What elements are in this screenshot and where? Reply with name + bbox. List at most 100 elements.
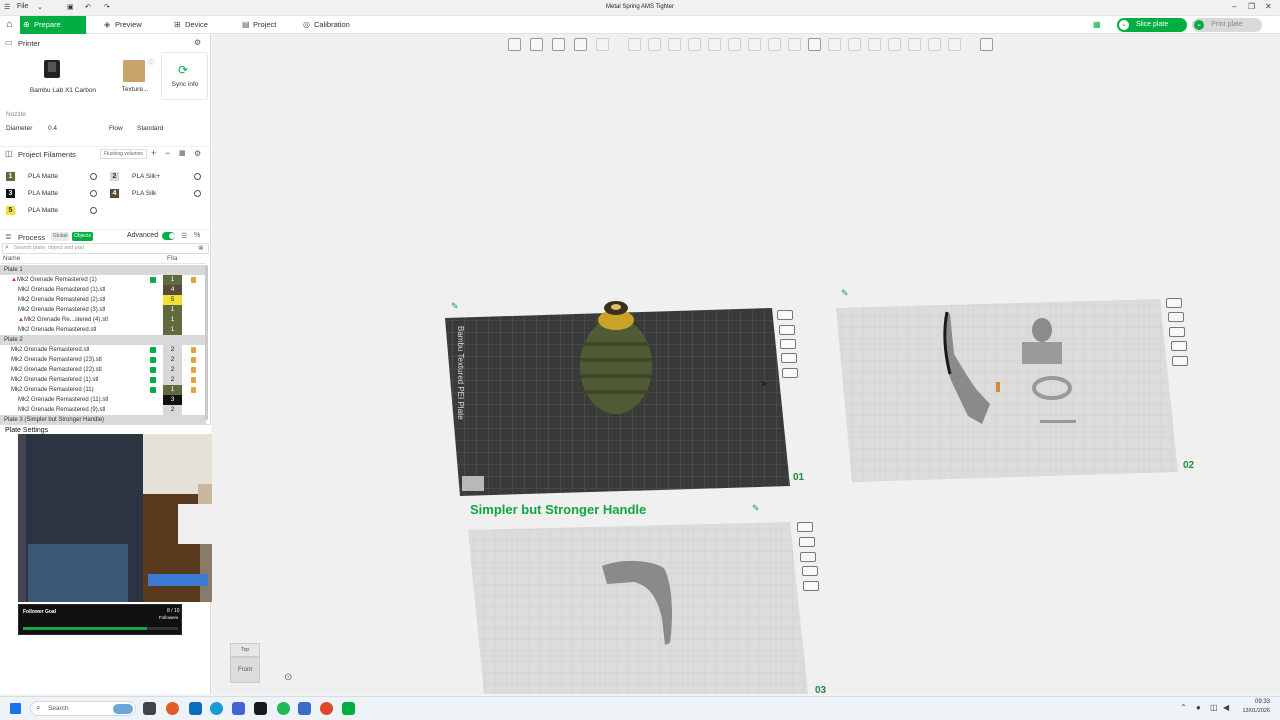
filament-selector[interactable]: 1: [163, 325, 182, 335]
cut-icon[interactable]: [708, 38, 721, 51]
advanced-switch[interactable]: [162, 232, 175, 240]
plate-settings-icon[interactable]: [782, 368, 798, 378]
lock-icon[interactable]: [191, 347, 196, 353]
lock-icon[interactable]: [191, 387, 196, 393]
print-plate-button[interactable]: ⌄ Print plate: [1192, 18, 1262, 32]
tray-chevron-icon[interactable]: ⌃: [1180, 703, 1187, 712]
visibility-checkbox[interactable]: [150, 277, 156, 283]
plate-1[interactable]: Bambu Textured PEI Plate: [440, 296, 820, 506]
close-icon[interactable]: ✕: [1265, 2, 1272, 11]
lock-plate-icon[interactable]: [1171, 341, 1187, 351]
navigation-cube[interactable]: Top Front: [228, 641, 264, 685]
tree-object-row[interactable]: Mk2 Grenade Remastered (9).stl 2: [0, 405, 206, 415]
tree-object-row[interactable]: Mk2 Grenade Remastered (2).stl 5: [0, 295, 206, 305]
close-plate-icon[interactable]: [777, 310, 793, 320]
microphone-icon[interactable]: ●: [1196, 703, 1201, 712]
tree-object-row[interactable]: Mk2 Grenade Remastered (1).stl 4: [0, 285, 206, 295]
mesh-boolean-icon[interactable]: [728, 38, 741, 51]
filament-slot-2[interactable]: 2 PLA Silk+: [110, 172, 206, 182]
close-plate-icon[interactable]: [1166, 298, 1182, 308]
tree-object-row[interactable]: Mk2 Grenade Remastered (1) ▲ 1: [0, 275, 206, 285]
arrange-plate-icon[interactable]: [1169, 327, 1185, 337]
terminal-icon[interactable]: [254, 702, 267, 715]
orient-plate-icon[interactable]: [779, 325, 795, 335]
orient-plate-icon[interactable]: [799, 537, 815, 547]
tree-plate-row[interactable]: Plate 1: [0, 265, 206, 275]
chevron-down-icon[interactable]: ⌄: [1119, 20, 1129, 30]
warning-icon[interactable]: ▲: [11, 275, 17, 285]
gear-icon[interactable]: ⚙: [194, 149, 201, 158]
tree-plate-row[interactable]: Plate 2: [0, 335, 206, 345]
auto-orient-icon[interactable]: [552, 38, 565, 51]
plate-2[interactable]: [830, 294, 1190, 489]
tab-preview[interactable]: ◈ Preview: [101, 16, 142, 34]
lay-on-face-icon[interactable]: [688, 38, 701, 51]
lock-plate-icon[interactable]: [781, 353, 797, 363]
edit-plate-3-icon[interactable]: ✎: [752, 503, 760, 514]
app-icon[interactable]: [166, 702, 179, 715]
app-icon-2[interactable]: [298, 702, 311, 715]
chevron-down-icon[interactable]: ⌄: [1194, 20, 1204, 30]
plate-settings-icon[interactable]: [1172, 356, 1188, 366]
tree-object-row[interactable]: Mk2 Grenade Remastered.stl 2: [0, 345, 206, 355]
clear-search-icon[interactable]: ⊗: [198, 244, 204, 252]
home-icon[interactable]: ⌂: [0, 16, 19, 34]
filament-selector[interactable]: 4: [163, 285, 182, 295]
plate-3[interactable]: [462, 518, 822, 696]
scale-icon[interactable]: [668, 38, 681, 51]
edit-icon[interactable]: [948, 38, 961, 51]
tree-object-row[interactable]: Mk2 Grenade Remastered (11) 1: [0, 385, 206, 395]
tree-object-row[interactable]: Mk2 Grenade Remastered (3).stl 1: [0, 305, 206, 315]
slice-settings-icon[interactable]: ▦: [1093, 20, 1101, 29]
tree-scrollbar[interactable]: [205, 265, 208, 420]
clock-date[interactable]: 13/01/2026: [1230, 708, 1270, 714]
lock-icon[interactable]: [191, 357, 196, 363]
tree-object-row[interactable]: Mk2 Grenade Remastered (11).stl 3: [0, 395, 206, 405]
gear-icon[interactable]: ⚙: [194, 38, 201, 47]
lock-plate-icon[interactable]: [802, 566, 818, 576]
search-input[interactable]: ⌕ Search plate, object and part ⊗: [2, 243, 209, 254]
add-plate-icon[interactable]: [530, 38, 543, 51]
tab-calibration[interactable]: ◎ Calibration: [300, 16, 350, 34]
text-icon[interactable]: [808, 38, 821, 51]
arrange-icon[interactable]: [574, 38, 587, 51]
tree-object-row[interactable]: Mk2 Grenade Remastered (1).stl 2: [0, 375, 206, 385]
objects-toggle[interactable]: Objects: [72, 232, 93, 241]
edge-icon[interactable]: [210, 702, 223, 715]
chrome-icon[interactable]: [320, 702, 333, 715]
edit-plate-1-icon[interactable]: ✎: [451, 301, 459, 312]
filament-slot-4[interactable]: 4 PLA Silk: [110, 189, 206, 199]
filament-slot-5[interactable]: 5 PLA Matte: [6, 206, 102, 216]
volume-icon[interactable]: ◀: [1223, 703, 1229, 712]
color-paint-icon[interactable]: [788, 38, 801, 51]
spotify-icon[interactable]: [277, 702, 290, 715]
filament-slot-1[interactable]: 1 PLA Matte: [6, 172, 102, 182]
svg-icon[interactable]: [828, 38, 841, 51]
tab-device[interactable]: ⊞ Device: [171, 16, 208, 34]
maximize-icon[interactable]: ❐: [1248, 2, 1255, 11]
cube-top-face[interactable]: Top: [230, 643, 260, 657]
visibility-checkbox[interactable]: [150, 377, 156, 383]
visibility-checkbox[interactable]: [150, 387, 156, 393]
filament-edit-icon[interactable]: [90, 190, 97, 197]
filament-selector[interactable]: 2: [163, 365, 182, 375]
tab-prepare[interactable]: ⊕ Prepare: [20, 16, 86, 34]
fit-view-icon[interactable]: ⊙: [284, 672, 292, 683]
lock-icon[interactable]: [191, 377, 196, 383]
add-object-icon[interactable]: [508, 38, 521, 51]
close-plate-icon[interactable]: [797, 522, 813, 532]
filament-edit-icon[interactable]: [90, 207, 97, 214]
percent-icon[interactable]: %: [194, 232, 200, 239]
filament-selector[interactable]: 5: [163, 295, 182, 305]
file-explorer-icon[interactable]: [189, 702, 202, 715]
filament-grid-icon[interactable]: ▦: [179, 149, 186, 157]
windows-start-icon[interactable]: [10, 703, 21, 714]
lock-icon[interactable]: [191, 367, 196, 373]
store-icon[interactable]: [232, 702, 245, 715]
filament-edit-icon[interactable]: [194, 190, 201, 197]
filament-selector[interactable]: 2: [163, 405, 182, 415]
filament-slot-3[interactable]: 3 PLA Matte: [6, 189, 102, 199]
info-icon[interactable]: ⓘ: [148, 58, 154, 67]
brim-ears-icon[interactable]: [908, 38, 921, 51]
global-toggle[interactable]: Global: [51, 232, 70, 241]
